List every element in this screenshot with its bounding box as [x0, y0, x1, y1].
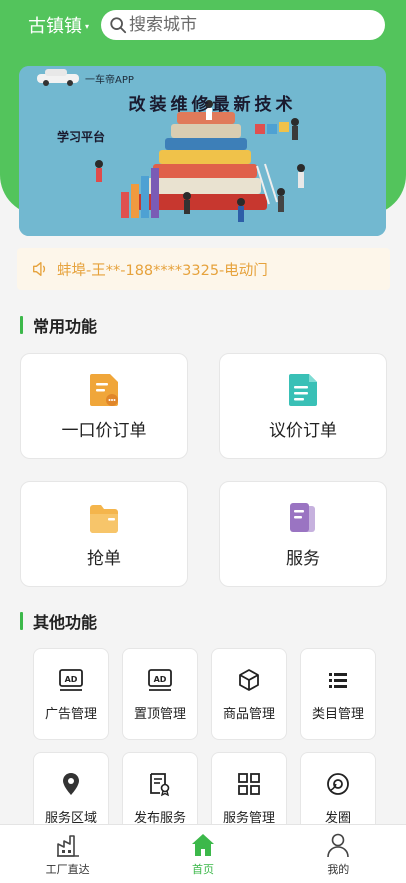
- home-icon: [191, 833, 214, 856]
- negotiated-order-card[interactable]: 议价订单: [219, 353, 387, 459]
- tile-label: 广告管理: [44, 706, 97, 722]
- search-icon: [110, 17, 127, 34]
- box-icon: [239, 668, 259, 691]
- tile-label: 发圈: [324, 810, 351, 826]
- document-icon: [289, 373, 317, 406]
- tab-label: 工厂直达: [45, 862, 90, 876]
- banner-platform: 学习平台: [57, 130, 106, 144]
- tab-home[interactable]: 首页: [135, 825, 270, 883]
- folder-icon: [90, 504, 118, 533]
- tab-mine[interactable]: 我的: [271, 825, 406, 883]
- card-label: 服务: [286, 548, 320, 569]
- caret-down-icon: ▾: [85, 21, 90, 31]
- card-label: 一口价订单: [61, 420, 147, 441]
- notice-bar[interactable]: 蚌埠-王**-188****3325-电动门: [17, 248, 390, 290]
- factory-icon: [56, 834, 79, 857]
- location-icon: [63, 772, 79, 795]
- tab-factory[interactable]: 工厂直达: [0, 825, 135, 883]
- document-icon: [90, 373, 118, 406]
- other-functions-label: 其他功能: [33, 613, 98, 632]
- search-box[interactable]: [101, 10, 386, 40]
- grab-order-card[interactable]: 抢单: [20, 481, 188, 587]
- user-icon: [327, 833, 350, 857]
- svg-text:AD: AD: [65, 675, 78, 684]
- pin-management-tile[interactable]: AD 置顶管理: [122, 648, 198, 740]
- city-selector[interactable]: 古镇镇 ▾: [28, 12, 89, 38]
- circle-icon: [327, 772, 349, 795]
- tile-label: 服务区域: [44, 810, 97, 826]
- service-card[interactable]: 服务: [219, 481, 387, 587]
- tile-label: 类目管理: [311, 706, 364, 722]
- speaker-icon: [33, 262, 46, 276]
- search-input[interactable]: [129, 15, 350, 35]
- notice-text: 蚌埠-王**-188****3325-电动门: [57, 262, 268, 279]
- ad-management-tile[interactable]: AD 广告管理: [33, 648, 109, 740]
- tile-label: 服务管理: [222, 810, 275, 826]
- certificate-icon: [150, 772, 170, 796]
- card-label: 议价订单: [269, 420, 337, 441]
- ad-icon: AD: [148, 668, 172, 691]
- category-management-tile[interactable]: 类目管理: [300, 648, 376, 740]
- tile-label: 发布服务: [133, 810, 186, 826]
- grid-icon: [238, 772, 260, 795]
- banner-brand: 一车帝APP: [85, 75, 134, 86]
- tile-label: 置顶管理: [133, 706, 186, 722]
- top-bar: 古镇镇 ▾: [0, 0, 406, 50]
- svg-text:AD: AD: [154, 675, 167, 684]
- banner-headline: 改装维修最新技术: [128, 95, 297, 115]
- city-label: 古镇镇: [28, 16, 82, 37]
- promo-banner[interactable]: 一车帝APP 改装维修最新技术 学习平台: [19, 66, 386, 236]
- section-marker: [20, 612, 23, 630]
- list-icon: [329, 672, 347, 688]
- tile-label: 商品管理: [222, 706, 275, 722]
- tab-label: 我的: [327, 862, 350, 876]
- common-functions-title: 常用功能: [20, 313, 97, 337]
- card-label: 抢单: [87, 548, 121, 569]
- ad-icon: AD: [59, 668, 83, 691]
- common-functions-label: 常用功能: [33, 317, 98, 336]
- section-marker: [20, 316, 23, 334]
- fixed-price-order-card[interactable]: 一口价订单: [20, 353, 188, 459]
- other-functions-title: 其他功能: [20, 609, 97, 633]
- tab-label: 首页: [191, 862, 214, 876]
- product-management-tile[interactable]: 商品管理: [211, 648, 287, 740]
- files-icon: [290, 502, 315, 532]
- bottom-tab-bar: 工厂直达 首页 我的: [0, 824, 406, 883]
